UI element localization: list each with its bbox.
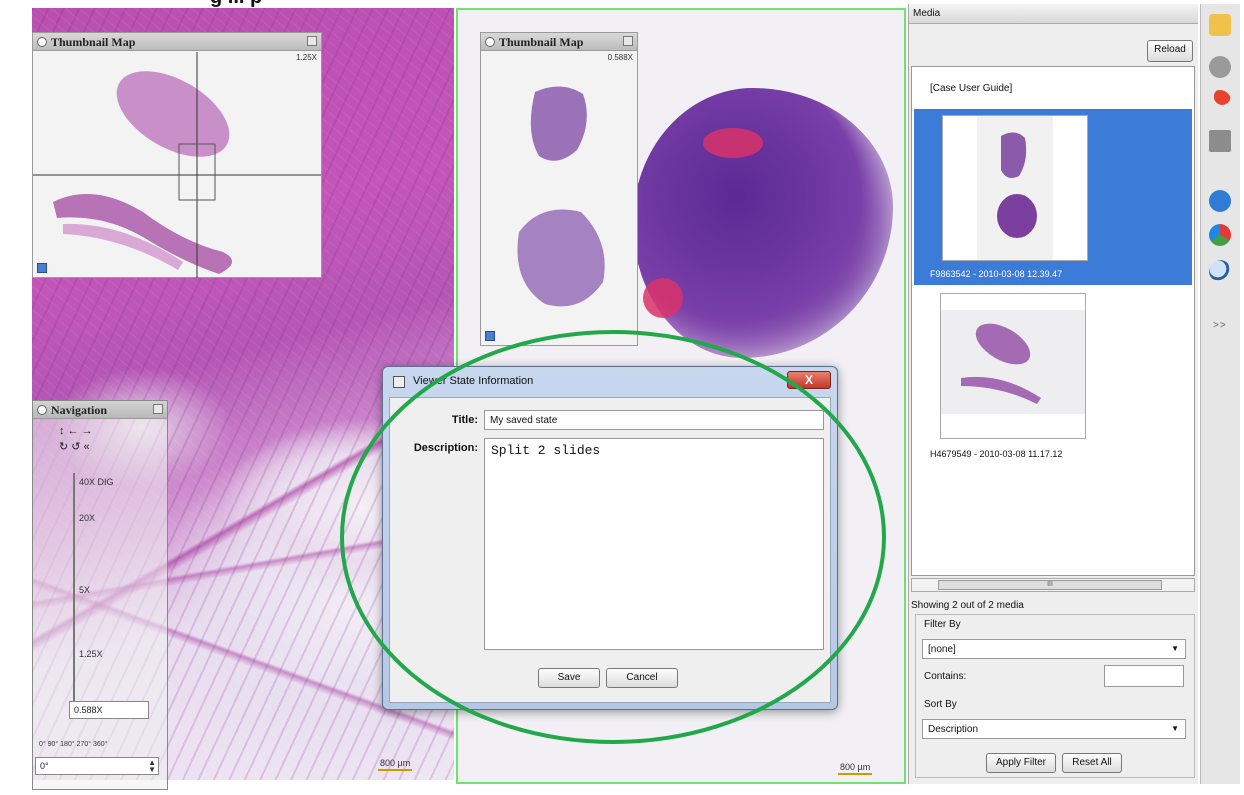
dialog-title: Viewer State Information (413, 375, 534, 387)
media-header: Media (909, 4, 1198, 24)
left-thumbnail-map-panel[interactable]: Thumbnail Map 1.25X (32, 32, 322, 278)
chevron-down-icon: ▼ (1171, 724, 1179, 733)
media-caption-1: F9863542 - 2010-03-08 12.39.47 (930, 269, 1063, 279)
dialog-close-button[interactable]: X (787, 371, 831, 389)
tissue-hemorrhage-1 (703, 128, 763, 158)
filter-select[interactable]: [none] ▼ (922, 639, 1186, 659)
description-label: Description: (413, 442, 478, 454)
media-list[interactable]: [Case User Guide] F9863542 - 2010-03-08 … (911, 66, 1195, 576)
right-scalebar: 800 µm (838, 762, 873, 775)
pan-controls[interactable]: ↕ ← → ↻ ↺ « (33, 419, 167, 455)
media-thumbnail[interactable] (940, 293, 1086, 439)
horizontal-scrollbar[interactable]: III (911, 578, 1195, 592)
zoom-slider-track[interactable] (73, 473, 75, 713)
viewer-state-dialog[interactable]: Viewer State Information X Title: My sav… (382, 366, 838, 710)
spinner-arrows-icon[interactable]: ▲ ▼ (148, 759, 156, 774)
left-thumbnail-title-bar[interactable]: Thumbnail Map (33, 33, 321, 51)
left-thumbnail-image[interactable] (33, 52, 321, 278)
dialog-title-bar[interactable]: Viewer State Information X (383, 367, 837, 397)
zoom-value-field[interactable]: 0.588X (69, 701, 149, 719)
navigation-panel[interactable]: Navigation ↕ ← → ↻ ↺ « 40X DIG 20X 5X 1.… (32, 400, 168, 790)
dialog-body: Title: My saved state Description: Split… (389, 397, 831, 703)
media-thumbnail[interactable] (942, 115, 1088, 261)
sort-select[interactable]: Description ▼ (922, 719, 1186, 739)
app-icon (393, 376, 405, 388)
close-icon[interactable] (307, 36, 317, 46)
contains-input[interactable] (1104, 665, 1184, 687)
thumbnail-tool-icon[interactable] (37, 263, 47, 273)
filter-box: Filter By [none] ▼ Contains: Sort By Des… (915, 614, 1195, 778)
media-count: Showing 2 out of 2 media (911, 600, 1024, 611)
pin-icon[interactable] (1209, 90, 1231, 112)
right-thumbnail-map-panel[interactable]: Thumbnail Map 0.588X (480, 32, 638, 346)
right-thumbnail-image[interactable] (481, 52, 637, 344)
filter-select-value: [none] (928, 644, 956, 655)
info-icon[interactable] (1209, 190, 1231, 212)
rotation-field[interactable]: 0° ▲ ▼ (35, 757, 159, 775)
zoom-level-40x[interactable]: 40X DIG (79, 477, 114, 487)
folder-icon[interactable] (1209, 14, 1231, 36)
media-thumbnail-image (977, 116, 1053, 260)
apply-filter-button[interactable]: Apply Filter (986, 753, 1056, 773)
icon-toolbar: >> (1200, 4, 1240, 784)
title-label: Title: (451, 414, 478, 426)
rotation-value: 0° (40, 761, 49, 771)
thumbnail-tools[interactable] (37, 263, 47, 273)
left-scalebar: 800 µm (378, 758, 413, 771)
slide-section-top (530, 86, 587, 161)
rotation-ticks: 0° 90° 180° 270° 360° (39, 741, 108, 748)
slide-section-1 (116, 71, 230, 157)
sort-by-label: Sort By (924, 699, 957, 710)
save-button[interactable]: Save (538, 668, 600, 688)
navigation-title-bar[interactable]: Navigation (33, 401, 167, 419)
thumbnail-tools[interactable] (485, 331, 495, 341)
scrollbar-thumb[interactable]: III (938, 580, 1162, 590)
magnifier-icon[interactable] (1209, 260, 1231, 282)
navigation-title: Navigation (51, 403, 108, 417)
right-thumbnail-title: Thumbnail Map (499, 35, 584, 49)
description-field[interactable]: Split 2 slides (484, 438, 824, 650)
rotate-arrows-icon[interactable]: ↻ ↺ « (59, 441, 90, 453)
chevron-down-icon: ▼ (1171, 644, 1179, 653)
box-icon[interactable] (1209, 130, 1231, 152)
tissue-hemorrhage-2 (643, 278, 683, 318)
filter-by-label: Filter By (924, 619, 961, 630)
right-thumbnail-title-bar[interactable]: Thumbnail Map (481, 33, 637, 51)
zoom-level-1-25x[interactable]: 1.25X (79, 649, 103, 659)
cancel-button[interactable]: Cancel (606, 668, 678, 688)
zoom-level-20x[interactable]: 20X (79, 513, 95, 523)
thumbnail-tool-icon[interactable] (485, 331, 495, 341)
slide-section-bottom (517, 209, 605, 307)
sort-select-value: Description (928, 724, 979, 735)
media-thumbnail-image (941, 310, 1085, 414)
reset-all-button[interactable]: Reset All (1062, 753, 1122, 773)
pin-icon[interactable] (37, 37, 47, 47)
zoom-level-5x[interactable]: 5X (79, 585, 90, 595)
media-caption-2: H4679549 - 2010-03-08 11.17.12 (930, 449, 1063, 459)
color-icon[interactable] (1209, 224, 1231, 246)
page-heading-text: g ... p (210, 0, 262, 8)
reload-button[interactable]: Reload (1147, 40, 1193, 62)
expand-toolbar-button[interactable]: >> (1213, 320, 1227, 331)
pan-arrows-icon[interactable]: ↕ ← → (59, 425, 93, 437)
title-field[interactable]: My saved state (484, 410, 824, 430)
pin-icon[interactable] (37, 405, 47, 415)
media-panel[interactable]: Media Reload [Case User Guide] F9863542 … (908, 4, 1198, 784)
left-thumbnail-title: Thumbnail Map (51, 35, 136, 49)
pin-icon[interactable] (485, 37, 495, 47)
media-item-selected[interactable]: F9863542 - 2010-03-08 12.39.47 (914, 109, 1192, 285)
contains-label: Contains: (924, 671, 967, 682)
disk-icon[interactable] (1209, 56, 1231, 78)
close-icon[interactable] (153, 404, 163, 414)
right-tissue-section (633, 88, 893, 358)
case-user-guide-link[interactable]: [Case User Guide] (930, 83, 1012, 94)
close-icon[interactable] (623, 36, 633, 46)
